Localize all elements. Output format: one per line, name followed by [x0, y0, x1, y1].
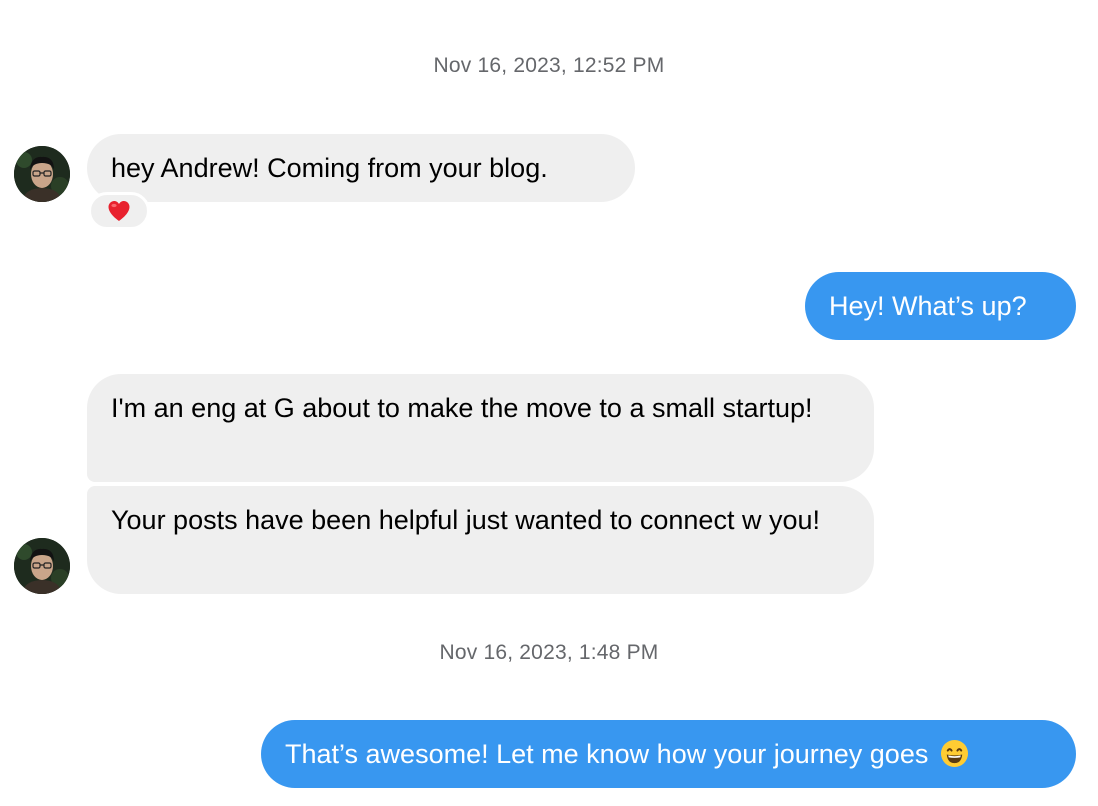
outgoing-message[interactable]: That’s awesome! Let me know how your jou…	[261, 720, 1076, 788]
timestamp: Nov 16, 2023, 12:52 PM	[433, 54, 665, 77]
incoming-message[interactable]: Your posts have been helpful just wanted…	[87, 486, 874, 594]
avatar[interactable]	[14, 146, 70, 202]
grinning-face-icon	[940, 740, 968, 768]
incoming-message[interactable]: I'm an eng at G about to make the move t…	[87, 374, 874, 482]
message-text: Hey! What’s up?	[829, 291, 1027, 321]
incoming-message[interactable]: hey Andrew! Coming from your blog.	[87, 134, 635, 202]
message-text: I'm an eng at G about to make the move t…	[111, 393, 813, 423]
message-thread: Nov 16, 2023, 12:52 PM hey Andrew! Comin…	[0, 0, 1098, 806]
message-text: hey Andrew! Coming from your blog.	[111, 153, 548, 183]
avatar[interactable]	[14, 538, 70, 594]
timestamp: Nov 16, 2023, 1:48 PM	[439, 641, 659, 664]
message-text: That’s awesome! Let me know how your jou…	[285, 739, 929, 769]
message-text: Your posts have been helpful just wanted…	[111, 505, 820, 535]
heart-icon	[108, 201, 130, 221]
outgoing-message[interactable]: Hey! What’s up?	[805, 272, 1076, 340]
avatar-photo-icon	[14, 146, 70, 202]
reaction-badge[interactable]	[88, 192, 150, 230]
avatar-photo-icon	[14, 538, 70, 594]
